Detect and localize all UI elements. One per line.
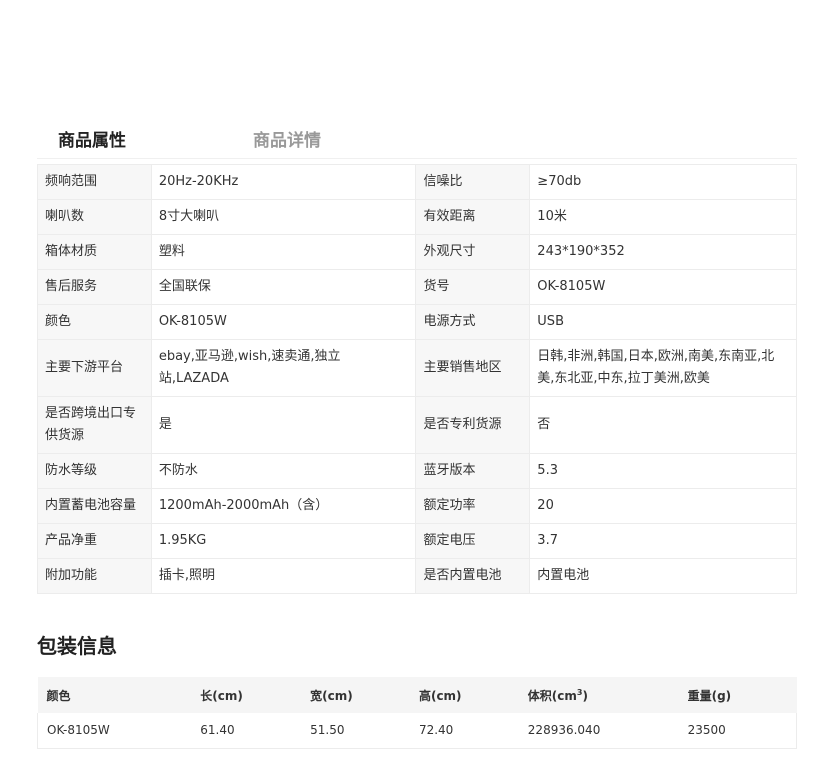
- attribute-row: 防水等级 不防水 蓝牙版本 5.3: [37, 453, 797, 489]
- attribute-value: OK-8105W: [529, 269, 797, 305]
- attribute-row: 附加功能 插卡,照明 是否内置电池 内置电池: [37, 558, 797, 594]
- attribute-row: 产品净重 1.95KG 额定电压 3.7: [37, 523, 797, 559]
- attribute-label: 货号: [415, 269, 531, 305]
- attribute-label: 颜色: [37, 304, 152, 340]
- attribute-label: 附加功能: [37, 558, 152, 594]
- attribute-value: 塑料: [150, 234, 417, 270]
- header-weight: 重量(g): [678, 677, 797, 713]
- attribute-value: 8寸大喇叭: [150, 199, 417, 235]
- tab-product-attributes[interactable]: 商品属性: [58, 126, 126, 151]
- attribute-label: 蓝牙版本: [415, 453, 531, 489]
- attribute-value: 10米: [529, 199, 797, 235]
- tab-product-details[interactable]: 商品详情: [253, 126, 321, 151]
- attribute-value: OK-8105W: [150, 304, 417, 340]
- header-volume: 体积(cm3): [518, 677, 679, 713]
- header-color: 颜色: [37, 677, 192, 713]
- package-volume: 228936.040: [518, 713, 679, 749]
- tab-divider: [37, 158, 797, 159]
- attribute-label: 内置蓄电池容量: [37, 488, 152, 524]
- attribute-label: 是否内置电池: [415, 558, 531, 594]
- attribute-value: 日韩,非洲,韩国,日本,欧洲,南美,东南亚,北美,东北亚,中东,拉丁美洲,欧美: [529, 339, 797, 397]
- attribute-label: 是否专利货源: [415, 396, 531, 454]
- attribute-label: 有效距离: [415, 199, 531, 235]
- header-length: 长(cm): [191, 677, 302, 713]
- attribute-label: 额定电压: [415, 523, 531, 559]
- attribute-label: 信噪比: [415, 164, 531, 200]
- attribute-value: 20: [529, 488, 797, 524]
- attribute-label: 额定功率: [415, 488, 531, 524]
- attribute-value: 5.3: [529, 453, 797, 489]
- attribute-value: USB: [529, 304, 797, 340]
- product-tabs: 商品属性 商品详情: [37, 118, 797, 159]
- attribute-value: 全国联保: [150, 269, 417, 305]
- package-width: 51.50: [301, 713, 410, 749]
- attribute-value: 是: [150, 396, 417, 454]
- attribute-label: 电源方式: [415, 304, 531, 340]
- attribute-label: 喇叭数: [37, 199, 152, 235]
- package-height: 72.40: [409, 713, 519, 749]
- attribute-label: 售后服务: [37, 269, 152, 305]
- header-height: 高(cm): [409, 677, 519, 713]
- attribute-label: 主要销售地区: [415, 339, 531, 397]
- package-weight: 23500: [678, 713, 797, 749]
- attribute-row: 是否跨境出口专供货源是是否专利货源否: [37, 396, 797, 454]
- attribute-row: 颜色 OK-8105W 电源方式 USB: [37, 304, 797, 340]
- attributes-table-body: 频响范围 20Hz-20KHz 信噪比 ≥70db 喇叭数 8寸大喇叭 有效距离 10米 箱体材…: [37, 164, 797, 594]
- attribute-label: 产品净重: [37, 523, 152, 559]
- attribute-label: 是否跨境出口专供货源: [37, 396, 152, 454]
- attribute-row: 内置蓄电池容量 1200mAh-2000mAh（含） 额定功率 20: [37, 488, 797, 524]
- attribute-value: 3.7: [529, 523, 797, 559]
- attribute-value: 插卡,照明: [150, 558, 417, 594]
- attribute-row: 售后服务 全国联保 货号 OK-8105W: [37, 269, 797, 305]
- attribute-value: 1.95KG: [150, 523, 417, 559]
- attributes-table: 频响范围 20Hz-20KHz 信噪比 ≥70db 喇叭数 8寸大喇叭 有效距离 10米 箱体材…: [37, 164, 797, 594]
- attribute-row: 箱体材质 塑料 外观尺寸 243*190*352: [37, 234, 797, 270]
- package-header-row: 颜色 长(cm) 宽(cm) 高(cm) 体积(cm3) 重量(g): [37, 677, 797, 713]
- attribute-label: 箱体材质: [37, 234, 152, 270]
- attribute-value: 不防水: [150, 453, 417, 489]
- attribute-value: 1200mAh-2000mAh（含）: [150, 488, 417, 524]
- attribute-value: ebay,亚马逊,wish,速卖通,独立站,LAZADA: [150, 339, 417, 397]
- attribute-value: ≥70db: [529, 164, 797, 200]
- attribute-label: 防水等级: [37, 453, 152, 489]
- attribute-value: 20Hz-20KHz: [150, 164, 417, 200]
- attribute-value: 否: [529, 396, 797, 454]
- attribute-value: 243*190*352: [529, 234, 797, 270]
- header-volume-close: ): [582, 688, 588, 703]
- attribute-label: 外观尺寸: [415, 234, 531, 270]
- attribute-row: 频响范围 20Hz-20KHz 信噪比 ≥70db: [37, 164, 797, 200]
- package-row: OK-8105W 61.40 51.50 72.40 228936.040 23…: [37, 713, 797, 749]
- header-width: 宽(cm): [301, 677, 410, 713]
- header-volume-text: 体积(cm: [527, 688, 577, 703]
- attribute-row: 主要下游平台 ebay,亚马逊,wish,速卖通,独立站,LAZADA 主要销售地区…: [37, 339, 797, 397]
- attribute-label: 频响范围: [37, 164, 152, 200]
- package-table: 颜色 长(cm) 宽(cm) 高(cm) 体积(cm3) 重量(g) OK-81…: [37, 677, 797, 749]
- package-color: OK-8105W: [37, 713, 192, 749]
- attribute-value: 内置电池: [529, 558, 797, 594]
- attribute-row: 喇叭数 8寸大喇叭 有效距离 10米: [37, 199, 797, 235]
- attribute-label: 主要下游平台: [37, 339, 152, 397]
- package-length: 61.40: [191, 713, 302, 749]
- package-info-title: 包装信息: [37, 634, 117, 658]
